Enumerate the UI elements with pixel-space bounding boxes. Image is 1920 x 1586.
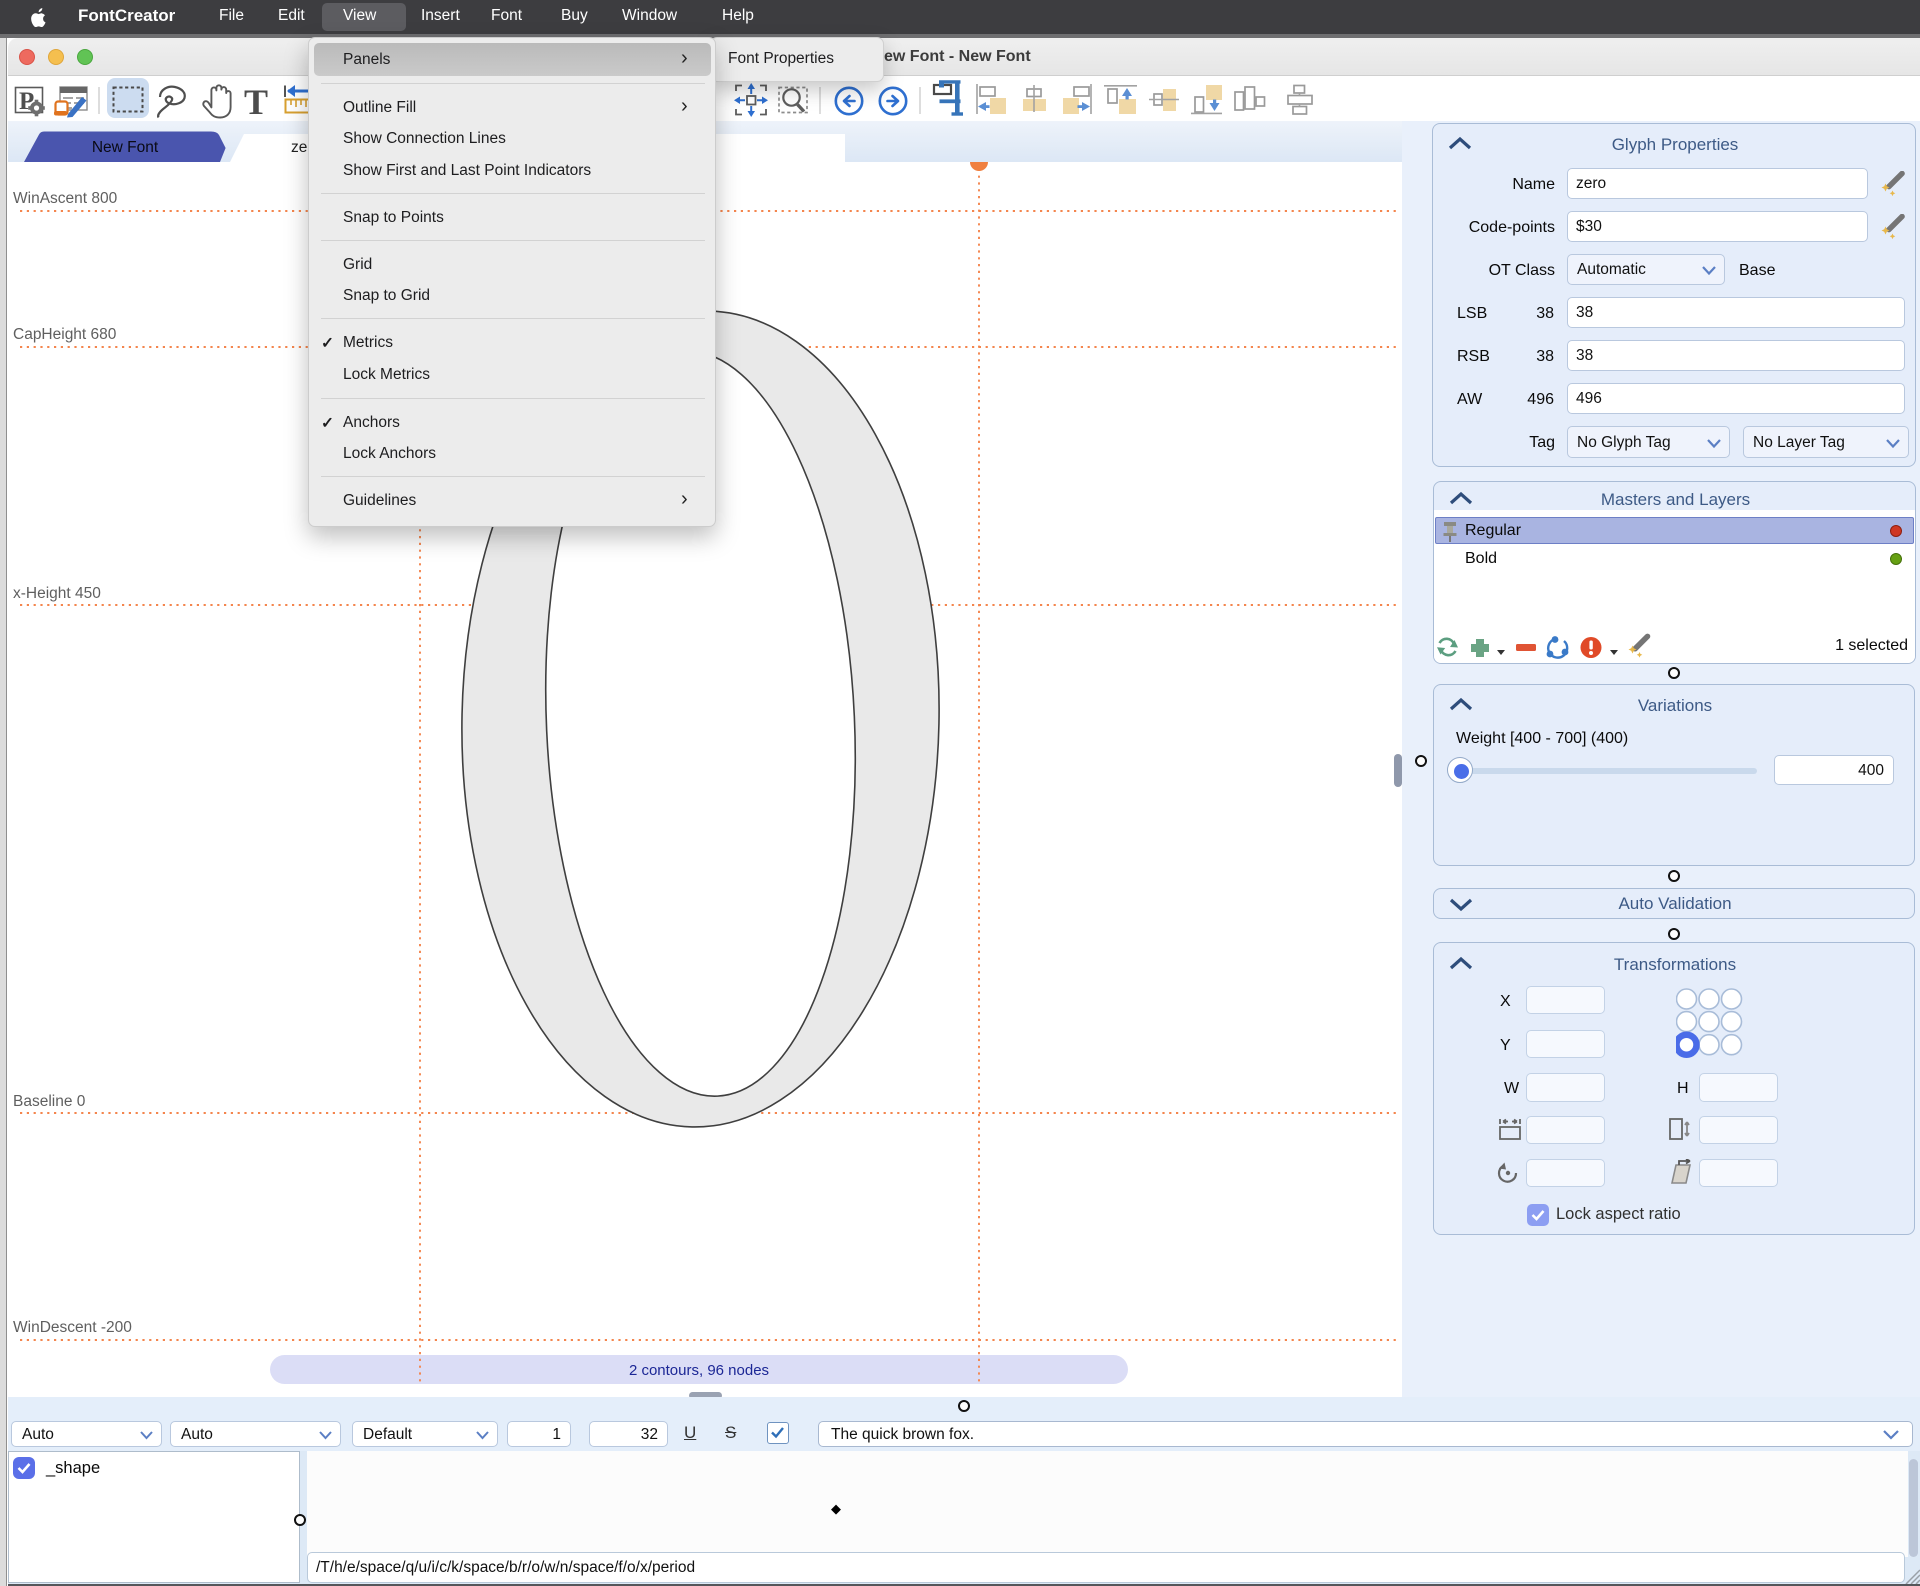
svg-text:CapHeight 680: CapHeight 680 — [13, 326, 117, 343]
svg-text:New Font: New Font — [92, 139, 159, 156]
svg-text:WinDescent -200: WinDescent -200 — [13, 1319, 132, 1336]
svg-text:2 contours, 96 nodes: 2 contours, 96 nodes — [629, 1362, 769, 1379]
svg-text:x-Height 450: x-Height 450 — [13, 585, 101, 602]
svg-text:T: T — [244, 82, 268, 122]
svg-text:Baseline 0: Baseline 0 — [13, 1093, 86, 1110]
svg-text:ze: ze — [291, 139, 307, 156]
svg-text:WinAscent 800: WinAscent 800 — [13, 190, 118, 207]
